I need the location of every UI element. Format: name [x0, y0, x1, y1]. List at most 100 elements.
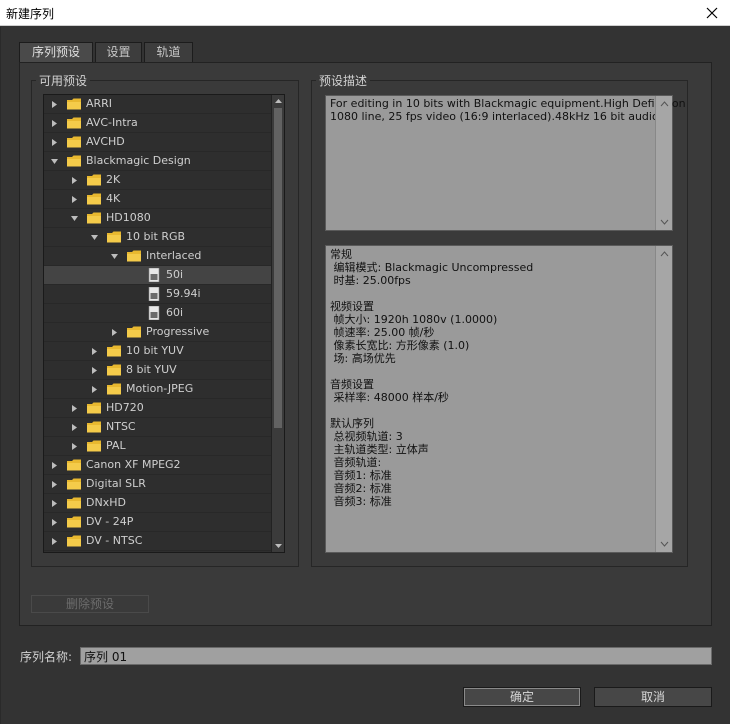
description-line: 1080 line, 25 fps video (16:9 interlaced…: [330, 110, 662, 123]
description-scrollbar[interactable]: [655, 96, 672, 230]
collapsed-arrow-icon[interactable]: [90, 385, 99, 394]
expanded-arrow-icon[interactable]: [90, 233, 99, 242]
tree-folder-item[interactable]: Motion-JPEG: [44, 380, 272, 399]
collapsed-arrow-icon[interactable]: [50, 537, 59, 546]
tree-folder-item[interactable]: AVCHD: [44, 133, 272, 152]
details-line: 音频3: 标准: [330, 495, 392, 508]
tree-item-label: 10 bit RGB: [126, 230, 186, 243]
scroll-down-arrow-icon[interactable]: [656, 216, 673, 228]
tree-folder-item[interactable]: PAL: [44, 437, 272, 456]
tree-item-label: NTSC: [106, 420, 136, 433]
preset-details-box[interactable]: 常规 编辑模式: Blackmagic Uncompressed 时基: 25.…: [325, 245, 673, 553]
tree-item-label: Interlaced: [146, 249, 202, 262]
tree-item-label: Canon XF MPEG2: [86, 458, 181, 471]
tree-item-label: PAL: [106, 439, 126, 452]
premiere-preset-icon: [148, 268, 160, 282]
collapsed-arrow-icon[interactable]: [70, 195, 79, 204]
tree-folder-item[interactable]: ARRI: [44, 95, 272, 114]
tree-folder-item[interactable]: Progressive: [44, 323, 272, 342]
folder-icon: [67, 98, 81, 110]
tree-folder-item[interactable]: HD720: [44, 399, 272, 418]
title-bar: 新建序列: [0, 0, 730, 26]
tree-item-label: DNxHD: [86, 496, 126, 509]
tree-folder-item[interactable]: Digital SLR: [44, 475, 272, 494]
tree-folder-item[interactable]: Blackmagic Design: [44, 152, 272, 171]
tree-folder-item[interactable]: Interlaced: [44, 247, 272, 266]
tree-folder-item[interactable]: DV - 24P: [44, 513, 272, 532]
collapsed-arrow-icon[interactable]: [70, 423, 79, 432]
tree-folder-item[interactable]: AVC-Intra: [44, 114, 272, 133]
description-group-label: 预设描述: [316, 72, 371, 89]
scroll-up-arrow-icon[interactable]: [656, 98, 673, 110]
tree-item-label: ARRI: [86, 97, 113, 110]
tree-folder-item[interactable]: 8 bit YUV: [44, 361, 272, 380]
collapsed-arrow-icon[interactable]: [70, 442, 79, 451]
scroll-up-arrow-icon[interactable]: [272, 95, 284, 107]
tree-folder-item[interactable]: 2K: [44, 171, 272, 190]
collapsed-arrow-icon[interactable]: [70, 176, 79, 185]
details-line: 主轨道类型: 立体声: [330, 443, 429, 456]
tree-scrollbar-thumb[interactable]: [274, 108, 282, 428]
cancel-button[interactable]: 取消: [594, 687, 712, 707]
collapsed-arrow-icon[interactable]: [50, 461, 59, 470]
scroll-up-arrow-icon[interactable]: [656, 248, 673, 260]
preset-tree[interactable]: ARRI AVC-Intra AVCHD Blackmagic Design 2K 4K H…: [43, 94, 285, 553]
tree-folder-item[interactable]: HD1080: [44, 209, 272, 228]
tree-folder-item[interactable]: NTSC: [44, 418, 272, 437]
tree-scrollbar[interactable]: [271, 95, 284, 552]
tree-item-label: DV - 24P: [86, 515, 134, 528]
preset-description-box[interactable]: For editing in 10 bits with Blackmagic e…: [325, 95, 686, 231]
tree-folder-item[interactable]: DV - NTSC: [44, 532, 272, 551]
folder-icon: [127, 326, 141, 338]
scroll-down-arrow-icon[interactable]: [656, 538, 673, 550]
expanded-arrow-icon[interactable]: [50, 157, 59, 166]
expanded-arrow-icon[interactable]: [70, 214, 79, 223]
tree-preset-item[interactable]: 59.94i: [44, 285, 272, 304]
description-line: For editing in 10 bits with Blackmagic e…: [330, 97, 686, 110]
collapsed-arrow-icon[interactable]: [50, 138, 59, 147]
folder-icon: [67, 155, 81, 167]
collapsed-arrow-icon[interactable]: [50, 499, 59, 508]
tree-folder-item[interactable]: Canon XF MPEG2: [44, 456, 272, 475]
tree-item-label: 4K: [106, 192, 121, 205]
collapsed-arrow-icon[interactable]: [110, 328, 119, 337]
ok-button[interactable]: 确定: [463, 687, 581, 707]
details-line: 编辑模式: Blackmagic Uncompressed: [330, 261, 534, 274]
premiere-preset-icon: [148, 306, 160, 320]
tree-item-label: 2K: [106, 173, 121, 186]
scroll-down-arrow-icon[interactable]: [272, 540, 284, 552]
tree-item-label: Progressive: [146, 325, 210, 338]
tree-folder-item[interactable]: DNxHD: [44, 494, 272, 513]
sequence-name-input[interactable]: [80, 647, 712, 665]
tab-settings[interactable]: 设置: [95, 42, 142, 62]
folder-icon: [67, 136, 81, 148]
details-line: 场: 高场优先: [330, 352, 396, 365]
tree-folder-item[interactable]: 4K: [44, 190, 272, 209]
tab-sequence-presets[interactable]: 序列预设: [19, 42, 93, 63]
delete-preset-button[interactable]: 删除预设: [31, 595, 149, 613]
expanded-arrow-icon[interactable]: [110, 252, 119, 261]
tree-preset-item[interactable]: 50i: [44, 266, 272, 285]
collapsed-arrow-icon[interactable]: [70, 404, 79, 413]
collapsed-arrow-icon[interactable]: [50, 480, 59, 489]
folder-icon: [107, 364, 121, 376]
tree-preset-item[interactable]: 60i: [44, 304, 272, 323]
folder-icon: [67, 516, 81, 528]
collapsed-arrow-icon[interactable]: [50, 100, 59, 109]
collapsed-arrow-icon[interactable]: [50, 119, 59, 128]
close-icon[interactable]: [700, 1, 724, 25]
tab-tracks[interactable]: 轨道: [144, 42, 193, 62]
tree-item-label: AVC-Intra: [86, 116, 138, 129]
tree-folder-item[interactable]: 10 bit YUV: [44, 342, 272, 361]
window-title: 新建序列: [6, 7, 55, 21]
tree-folder-item[interactable]: 10 bit RGB: [44, 228, 272, 247]
collapsed-arrow-icon[interactable]: [90, 366, 99, 375]
tree-item-label: HD1080: [106, 211, 151, 224]
tree-item-label: 10 bit YUV: [126, 344, 184, 357]
details-line: 音频1: 标准: [330, 469, 392, 482]
details-scrollbar[interactable]: [655, 246, 672, 552]
collapsed-arrow-icon[interactable]: [90, 347, 99, 356]
tree-item-label: Motion-JPEG: [126, 382, 194, 395]
tree-item-label: Blackmagic Design: [86, 154, 191, 167]
collapsed-arrow-icon[interactable]: [50, 518, 59, 527]
